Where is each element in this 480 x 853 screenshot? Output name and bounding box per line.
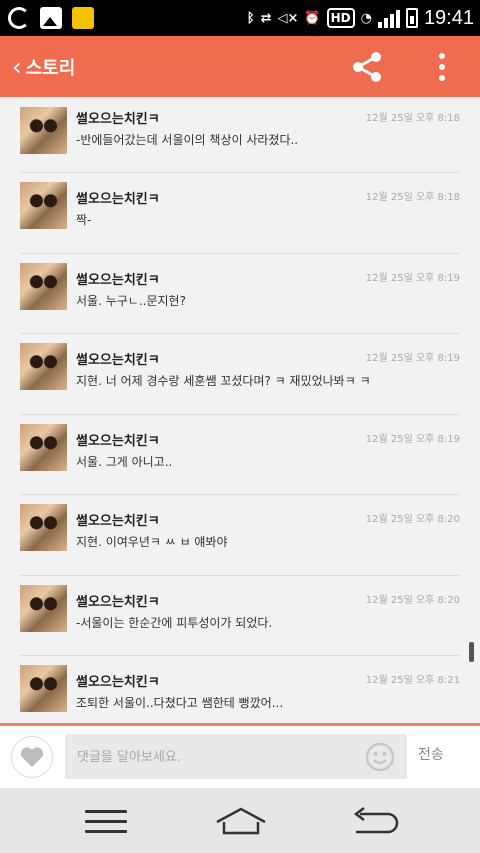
comment-time: 12월 25일 오후 8:18 [365, 192, 460, 203]
battery-charging-icon [405, 8, 418, 28]
o-app-icon [8, 7, 30, 29]
avatar[interactable] [20, 665, 67, 712]
comment-time: 12월 25일 오후 8:19 [365, 272, 460, 284]
chevron-left-icon: ‹ [12, 52, 22, 81]
comment-author: 썰오으는치킨ㅋ [76, 675, 160, 690]
list-item: 썰오으는치킨ㅋ 12월 25일 오후 8:21 조퇴한 서울이..다쳤다고 쌤한… [20, 656, 460, 723]
comment-time: 12월 25일 오후 8:21 [365, 675, 460, 686]
comment-time: 12월 25일 오후 8:20 [365, 514, 460, 525]
app-bar: ‹ 스토리 [0, 36, 480, 97]
list-item: 썰오으는치킨ㅋ 12월 25일 오후 8:19 서울. 그게 아니고.. [20, 415, 460, 495]
send-button[interactable]: 전송 [418, 744, 444, 764]
menu-icon[interactable] [85, 810, 127, 834]
avatar[interactable] [20, 584, 67, 632]
alarm-icon: ⏰ [304, 10, 321, 26]
comment-time: 12월 25일 오후 8:18 [365, 113, 460, 124]
comment-text: 조퇴한 서울이..다쳤다고 쌤한테 뻥깠어... [76, 696, 284, 710]
comment-author: 썰오으는치킨ㅋ [76, 272, 160, 288]
comment-author: 썰오으는치킨ㅋ [76, 594, 160, 610]
share-icon[interactable] [350, 50, 384, 84]
avatar[interactable] [20, 504, 67, 551]
comment-field[interactable] [65, 734, 407, 781]
status-bar: ᛒ ⇄ ◁× ⏰ HD ◔ 19:41 [0, 0, 480, 36]
comment-author: 썰오으는치킨ㅋ [76, 514, 160, 529]
list-item: 썰오으는치킨ㅋ 12월 25일 오후 8:19 서울. 누구ㄴ..문지현? [20, 254, 460, 334]
list-item: 썰오으는치킨ㅋ 12월 25일 오후 8:20 -서울이는 한순간에 피투성이가… [20, 576, 460, 656]
memo-icon [72, 7, 94, 29]
comment-author: 썰오으는치킨ㅋ [76, 353, 160, 368]
comment-time: 12월 25일 오후 8:20 [365, 594, 460, 606]
avatar[interactable] [20, 107, 67, 154]
comment-text: 짝- [76, 213, 92, 227]
avatar[interactable] [20, 343, 67, 390]
avatar[interactable] [20, 182, 67, 229]
more-vertical-icon[interactable] [430, 50, 454, 84]
comment-text: 지현. 이여우년ㅋ ㅆ ㅂ 얘봐야 [76, 535, 228, 549]
signal-icon [377, 8, 400, 28]
back-arrow-icon[interactable] [350, 806, 400, 836]
system-nav-bar [0, 788, 480, 853]
home-icon[interactable] [214, 806, 268, 836]
comment-composer: 전송 [0, 726, 480, 788]
hd-icon: HD [326, 8, 355, 28]
comment-author: 썰오으는치킨ㅋ [76, 192, 160, 207]
list-item: 썰오으는치킨ㅋ 12월 25일 오후 8:20 지현. 이여우년ㅋ ㅆ ㅂ 얘봐… [20, 495, 460, 576]
clock: 19:41 [423, 6, 474, 29]
comment-time: 12월 25일 오후 8:19 [365, 353, 460, 364]
comment-author: 썰오으는치킨ㅋ [76, 112, 160, 127]
comment-list[interactable]: 썰오으는치킨ㅋ 12월 25일 오후 8:18 -반에들어갔는데 서울이의 책상… [0, 97, 480, 723]
comment-text: -반에들어갔는데 서울이의 책상이 사라졌다.. [76, 133, 299, 147]
scrollbar[interactable] [469, 642, 474, 662]
wifi-icon: ◔ [360, 10, 372, 26]
like-button[interactable] [11, 736, 53, 778]
list-item: 썰오으는치킨ㅋ 12월 25일 오후 8:18 -반에들어갔는데 서울이의 책상… [20, 97, 460, 173]
nfc-icon: ⇄ [260, 10, 272, 26]
gallery-icon [40, 7, 62, 29]
back-button[interactable]: ‹ 스토리 [0, 36, 75, 97]
bluetooth-icon: ᛒ [246, 10, 255, 26]
avatar[interactable] [20, 423, 67, 471]
smiley-icon[interactable] [365, 742, 395, 772]
comment-text: -서울이는 한순간에 피투성이가 되었다. [76, 615, 273, 630]
comment-input[interactable] [75, 734, 359, 781]
page-title: 스토리 [25, 57, 76, 79]
heart-icon [20, 747, 44, 767]
comment-time: 12월 25일 오후 8:19 [365, 433, 460, 445]
mute-icon: ◁× [277, 10, 299, 26]
avatar[interactable] [20, 262, 67, 310]
list-item: 썰오으는치킨ㅋ 12월 25일 오후 8:18 짝- [20, 173, 460, 254]
comment-text: 지현. 너 어제 경수랑 세훈쌤 꼬셨다며? ㅋ 재밌었나봐ㅋ ㅋ [76, 374, 371, 388]
list-item: 썰오으는치킨ㅋ 12월 25일 오후 8:19 지현. 너 어제 경수랑 세훈쌤… [20, 334, 460, 415]
comment-text: 서울. 그게 아니고.. [76, 454, 173, 469]
comment-text: 서울. 누구ㄴ..문지현? [76, 293, 186, 308]
comment-author: 썰오으는치킨ㅋ [76, 433, 160, 449]
